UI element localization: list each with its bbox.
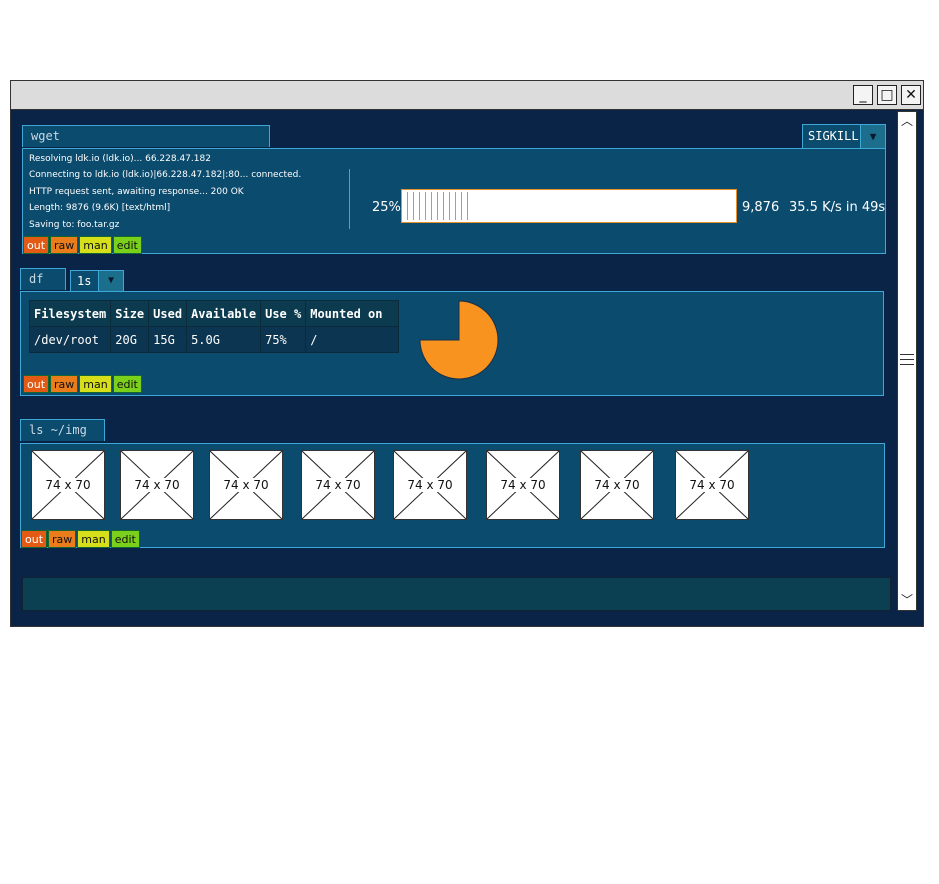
image-thumbnail[interactable]: 74 x 70 [120, 450, 194, 520]
df-panel: Filesystem Size Used Available Use % Mou… [20, 291, 884, 396]
pie-slice-used [419, 300, 499, 380]
column-header: Use % [260, 300, 307, 327]
man-button[interactable]: man [79, 236, 112, 254]
df-table: Filesystem Size Used Available Use % Mou… [28, 300, 400, 353]
image-thumbnail[interactable]: 74 x 70 [580, 450, 654, 520]
raw-button[interactable]: raw [50, 236, 79, 254]
close-button[interactable]: ✕ [901, 85, 921, 105]
table-cell: 15G [148, 326, 188, 353]
thumbnail-size-label: 74 x 70 [44, 478, 92, 492]
signal-select-value: SIGKILL [808, 129, 859, 143]
vertical-scrollbar[interactable]: ︿ ﹀ [897, 111, 917, 611]
man-button[interactable]: man [79, 375, 112, 393]
progress-bar [401, 189, 737, 223]
column-header: Mounted on [305, 300, 400, 327]
signal-select[interactable]: SIGKILL ▼ [802, 124, 886, 149]
edit-button[interactable]: edit [112, 236, 142, 254]
image-thumbnail[interactable]: 74 x 70 [393, 450, 467, 520]
df-actions: out raw man edit [23, 375, 143, 393]
table-header-row: Filesystem Size Used Available Use % Mou… [28, 300, 400, 327]
thumbnail-size-label: 74 x 70 [222, 478, 270, 492]
progress-percent: 25% [372, 200, 401, 215]
column-header: Available [186, 300, 262, 327]
column-header: Filesystem [28, 300, 112, 327]
thumbnail-size-label: 74 x 70 [314, 478, 362, 492]
interval-select-value: 1s [77, 274, 92, 288]
table-row: /dev/root 20G 15G 5.0G 75% / [28, 326, 400, 353]
speed-eta: 35.5 K/s in 49s [789, 200, 886, 215]
command-input[interactable] [22, 577, 891, 611]
tab-ls[interactable]: ls ~/img [20, 419, 105, 441]
tab-wget[interactable]: wget http://ldk.io/tmp/foo.tar.gz [22, 125, 270, 163]
table-cell: /dev/root [28, 326, 112, 353]
tab-df[interactable]: df -h [20, 268, 66, 306]
image-thumbnail[interactable]: 74 x 70 [301, 450, 375, 520]
wget-actions: out raw man edit [23, 236, 143, 254]
log-line: Saving to: foo.tar.gz [29, 220, 120, 230]
wget-panel: Resolving ldk.io (ldk.io)... 66.228.47.1… [22, 148, 886, 254]
edit-button[interactable]: edit [110, 530, 140, 548]
table-cell: / [305, 326, 400, 353]
thumbnail-size-label: 74 x 70 [593, 478, 641, 492]
image-thumbnail[interactable]: 74 x 70 [675, 450, 749, 520]
table-cell: 75% [260, 326, 307, 353]
column-header: Used [148, 300, 188, 327]
log-line: Length: 9876 (9.6K) [text/html] [29, 203, 171, 213]
ls-actions: out raw man edit [21, 530, 141, 548]
minimize-button[interactable]: _ [853, 85, 873, 105]
thumbnail-size-label: 74 x 70 [133, 478, 181, 492]
log-line: Resolving ldk.io (ldk.io)... 66.228.47.1… [29, 154, 211, 164]
edit-button[interactable]: edit [112, 375, 142, 393]
scroll-down-icon[interactable]: ﹀ [898, 591, 916, 608]
out-button[interactable]: out [21, 530, 48, 548]
ls-panel: 74 x 70 74 x 70 74 x 70 74 x 70 74 x 70 74 x … [20, 443, 885, 548]
bytes-downloaded: 9,876 [742, 200, 780, 215]
scroll-up-icon[interactable]: ︿ [898, 112, 916, 129]
raw-button[interactable]: raw [48, 530, 77, 548]
scroll-thumb[interactable] [900, 350, 914, 370]
thumbnail-size-label: 74 x 70 [406, 478, 454, 492]
progress-fill [402, 192, 469, 220]
log-line: HTTP request sent, awaiting response... … [29, 187, 244, 197]
chevron-down-icon[interactable]: ▼ [860, 125, 885, 148]
table-cell: 5.0G [186, 326, 262, 353]
column-header: Size [110, 300, 150, 327]
image-thumbnail[interactable]: 74 x 70 [209, 450, 283, 520]
title-bar: _ □ ✕ [11, 81, 923, 110]
thumbnail-size-label: 74 x 70 [688, 478, 736, 492]
chevron-down-icon[interactable]: ▼ [98, 271, 123, 291]
image-thumbnail[interactable]: 74 x 70 [486, 450, 560, 520]
maximize-button[interactable]: □ [877, 85, 897, 105]
man-button[interactable]: man [77, 530, 110, 548]
thumbnail-size-label: 74 x 70 [499, 478, 547, 492]
interval-select[interactable]: 1s ▼ [70, 270, 124, 292]
out-button[interactable]: out [23, 236, 50, 254]
table-cell: 20G [110, 326, 150, 353]
raw-button[interactable]: raw [50, 375, 79, 393]
divider [349, 169, 350, 229]
image-thumbnail[interactable]: 74 x 70 [31, 450, 105, 520]
out-button[interactable]: out [23, 375, 50, 393]
log-line: Connecting to ldk.io (ldk.io)|66.228.47.… [29, 170, 302, 180]
usage-pie-chart [419, 300, 499, 380]
